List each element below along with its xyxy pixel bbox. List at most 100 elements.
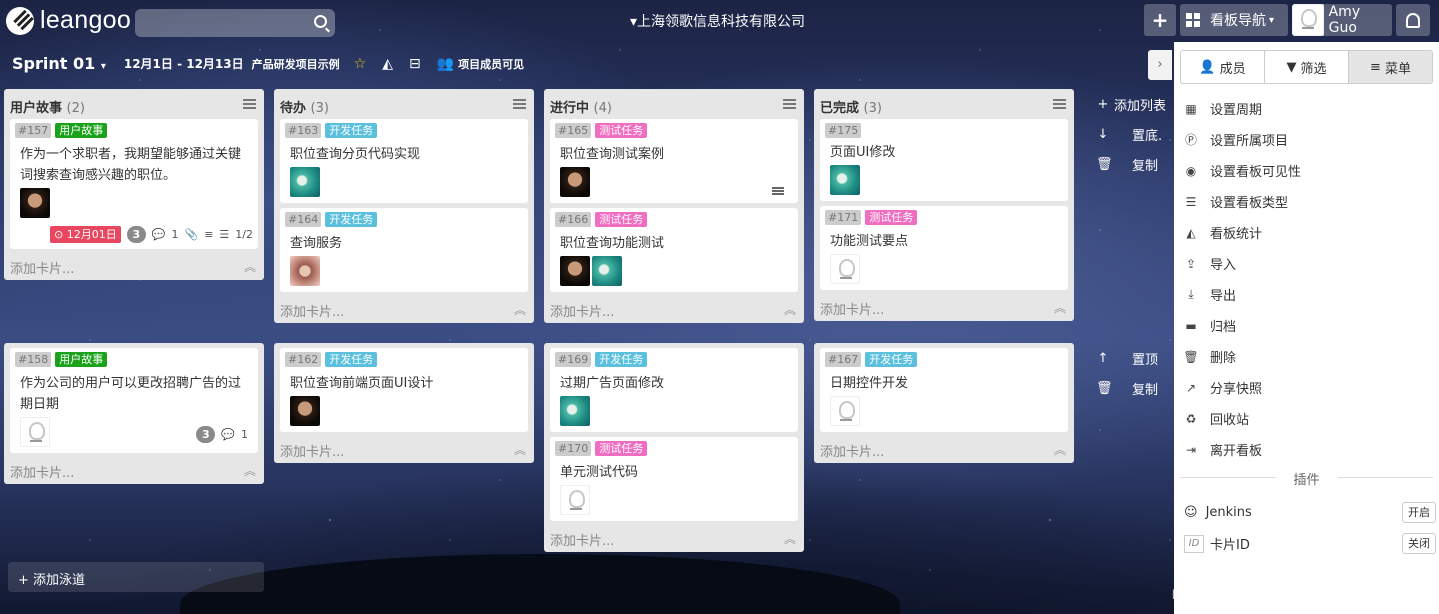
- plus-icon: +: [1151, 8, 1169, 32]
- add-card-button[interactable]: 添加卡片... ︽: [544, 297, 804, 323]
- add-card-button[interactable]: 添加卡片... ︽: [274, 437, 534, 463]
- card-164[interactable]: #164 开发任务 查询服务: [280, 208, 528, 292]
- board-nav-button[interactable]: 看板导航 ▾: [1180, 4, 1288, 36]
- list-menu-icon[interactable]: [243, 99, 256, 101]
- bell-icon: [1406, 12, 1420, 28]
- card-163[interactable]: #163 开发任务 职位查询分页代码实现: [280, 119, 528, 203]
- search-icon[interactable]: [314, 15, 327, 28]
- card-175[interactable]: #175 页面UI修改: [820, 119, 1068, 201]
- member-avatar[interactable]: [560, 167, 590, 197]
- chevron-up-icon[interactable]: ︽: [784, 301, 796, 318]
- member-avatar[interactable]: [290, 396, 320, 426]
- menu-item-share-snapshot[interactable]: ↗ 分享快照: [1174, 372, 1439, 403]
- plugin-card-id: ID 卡片ID 关闭: [1174, 528, 1439, 559]
- card-157[interactable]: #157 用户故事 作为一个求职者，我期望能够通过关键词搜索查询感兴趣的职位。 ⊙…: [10, 119, 258, 249]
- chart-icon[interactable]: ◭: [382, 56, 393, 72]
- chevron-up-icon[interactable]: ︽: [1054, 441, 1066, 458]
- card-170[interactable]: #170 测试任务 单元测试代码: [550, 437, 798, 521]
- member-avatar[interactable]: [830, 165, 860, 195]
- copy-lane-button[interactable]: 🗑 复制: [1096, 149, 1166, 179]
- add-card-button[interactable]: 添加卡片... ︽: [274, 297, 534, 323]
- archive-icon: ▬: [1185, 318, 1197, 333]
- member-avatar[interactable]: [290, 256, 320, 286]
- chevron-up-icon[interactable]: ︽: [1054, 299, 1066, 316]
- menu-label: 设置所属项目: [1210, 134, 1289, 149]
- star-icon[interactable]: ☆: [354, 56, 367, 72]
- card-165[interactable]: #165 测试任务 职位查询测试案例: [550, 119, 798, 203]
- tab-members[interactable]: 👤 成员: [1181, 51, 1265, 83]
- add-card-button[interactable]: 添加卡片... ︽: [4, 254, 264, 280]
- menu-item-set-project[interactable]: Ⓟ 设置所属项目: [1174, 124, 1439, 155]
- move-bottom-button[interactable]: ↓ 置底.: [1096, 119, 1166, 149]
- project-name[interactable]: 产品研发项目示例: [252, 56, 340, 72]
- menu-item-set-type[interactable]: ☰ 设置看板类型: [1174, 186, 1439, 217]
- card-166[interactable]: #166 测试任务 职位查询功能测试: [550, 208, 798, 292]
- add-card-label: 添加卡片...: [820, 445, 885, 460]
- plugin-disable-button[interactable]: 关闭: [1402, 533, 1436, 554]
- chevron-up-icon[interactable]: ︽: [514, 441, 526, 458]
- collapse-panel-button[interactable]: ›: [1148, 50, 1172, 80]
- menu-item-import[interactable]: ⇪ 导入: [1174, 248, 1439, 279]
- menu-item-export[interactable]: ⤓ 导出: [1174, 279, 1439, 310]
- visibility-label[interactable]: 项目成员可见: [458, 56, 524, 72]
- move-top-button[interactable]: ↑ 置顶: [1096, 343, 1158, 373]
- search-input[interactable]: [135, 9, 335, 37]
- member-avatar[interactable]: [560, 256, 590, 286]
- card-title: 过期广告页面修改: [560, 376, 665, 391]
- top-bar: leangoo ▾上海领歌信息科技有限公司 + 看板导航 ▾ Amy Guo: [0, 0, 1439, 42]
- card-162[interactable]: #162 开发任务 职位查询前端页面UI设计: [280, 348, 528, 432]
- arrow-down-icon: ↓: [1097, 126, 1109, 142]
- chevron-up-icon[interactable]: ︽: [244, 258, 256, 275]
- member-avatar[interactable]: [290, 167, 320, 197]
- tab-label: 成员: [1219, 61, 1246, 77]
- company-selector[interactable]: ▾上海领歌信息科技有限公司: [630, 11, 805, 31]
- sprint-selector[interactable]: Sprint 01 ▾: [12, 54, 106, 73]
- member-avatar[interactable]: [830, 396, 860, 426]
- member-avatar[interactable]: [560, 396, 590, 426]
- card-tag: 用户故事: [55, 122, 108, 138]
- add-list-button[interactable]: + 添加列表: [1096, 89, 1166, 119]
- tab-filter[interactable]: ▼ 筛选: [1265, 51, 1349, 83]
- collapse-icon[interactable]: ⊟: [409, 56, 421, 72]
- menu-item-set-cycle[interactable]: ▦ 设置周期: [1174, 93, 1439, 124]
- tab-menu[interactable]: ≡ 菜单: [1349, 51, 1432, 83]
- card-title: 查询服务: [290, 236, 343, 251]
- card-158[interactable]: #158 用户故事 作为公司的用户可以更改招聘广告的过期日期 3 💬 1: [10, 348, 258, 453]
- menu-item-archive[interactable]: ▬ 归档: [1174, 310, 1439, 341]
- plugin-enable-button[interactable]: 开启: [1402, 502, 1436, 523]
- card-169[interactable]: #169 开发任务 过期广告页面修改: [550, 348, 798, 432]
- chevron-up-icon[interactable]: ︽: [514, 301, 526, 318]
- member-avatar[interactable]: [830, 254, 860, 284]
- card-167[interactable]: #167 开发任务 日期控件开发: [820, 348, 1068, 432]
- list-menu-icon[interactable]: [783, 99, 796, 101]
- menu-item-set-visibility[interactable]: ◉ 设置看板可见性: [1174, 155, 1439, 186]
- copy-lane-button[interactable]: 🗑 复制: [1096, 373, 1158, 403]
- list-header[interactable]: 用户故事 (2): [4, 89, 264, 119]
- list-header[interactable]: 待办 (3): [274, 89, 534, 119]
- member-avatar[interactable]: [20, 417, 50, 447]
- member-avatar[interactable]: [592, 256, 622, 286]
- list-header[interactable]: 已完成 (3): [814, 89, 1074, 119]
- menu-label: 离开看板: [1210, 444, 1263, 459]
- add-card-button[interactable]: 添加卡片... ︽: [4, 458, 264, 484]
- add-button[interactable]: +: [1144, 4, 1176, 36]
- list-header[interactable]: 进行中 (4): [544, 89, 804, 119]
- menu-item-delete[interactable]: 🗑 删除: [1174, 341, 1439, 372]
- member-avatar[interactable]: [560, 485, 590, 515]
- chevron-up-icon[interactable]: ︽: [244, 462, 256, 479]
- add-card-button[interactable]: 添加卡片... ︽: [544, 526, 804, 552]
- list-menu-icon[interactable]: [513, 99, 526, 101]
- add-lane-button[interactable]: + 添加泳道: [8, 562, 264, 592]
- menu-item-statistics[interactable]: ◭ 看板统计: [1174, 217, 1439, 248]
- menu-item-leave-board[interactable]: ⇥ 离开看板: [1174, 434, 1439, 465]
- logo[interactable]: leangoo: [6, 6, 131, 35]
- add-card-button[interactable]: 添加卡片... ︽: [814, 437, 1074, 463]
- notification-button[interactable]: [1396, 4, 1430, 36]
- card-171[interactable]: #171 测试任务 功能测试要点: [820, 206, 1068, 290]
- user-menu-button[interactable]: Amy Guo: [1292, 4, 1392, 36]
- menu-item-recycle-bin[interactable]: ♻ 回收站: [1174, 403, 1439, 434]
- add-card-button[interactable]: 添加卡片... ︽: [814, 295, 1074, 321]
- member-avatar[interactable]: [20, 188, 50, 218]
- chevron-up-icon[interactable]: ︽: [784, 530, 796, 547]
- list-menu-icon[interactable]: [1053, 99, 1066, 101]
